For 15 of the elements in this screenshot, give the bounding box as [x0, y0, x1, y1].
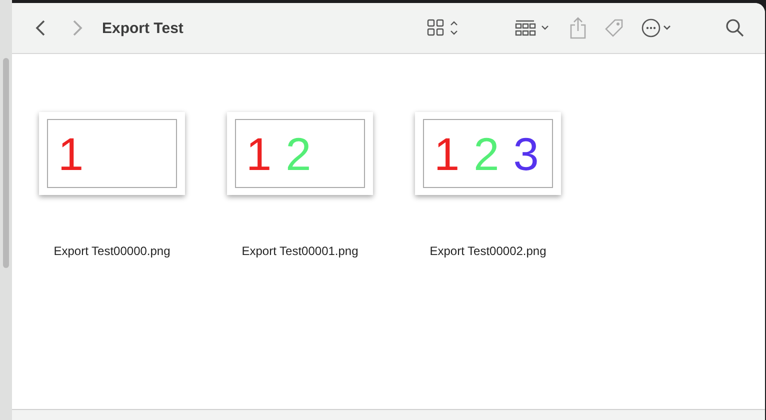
file-name[interactable]: Export Test00001.png [242, 244, 358, 258]
scrollbar-thumb[interactable] [3, 58, 9, 268]
file-name[interactable]: Export Test00000.png [54, 244, 170, 258]
thumbnail-digit: 1 [58, 130, 84, 176]
file-thumbnail[interactable]: 1 [39, 112, 185, 195]
thumbnail-digit: 2 [286, 130, 312, 176]
thumbnail-digit: 1 [246, 130, 272, 176]
thumbnail-digit: 3 [513, 130, 539, 176]
file-thumbnail[interactable]: 1 2 [227, 112, 373, 195]
search-icon[interactable] [725, 18, 745, 38]
thumbnail-digit: 1 [434, 130, 460, 176]
thumbnail-digit: 2 [474, 130, 500, 176]
window-title: Export Test [102, 20, 184, 36]
file-name[interactable]: Export Test00002.png [430, 244, 546, 258]
file-thumbnail[interactable]: 1 2 3 [415, 112, 561, 195]
